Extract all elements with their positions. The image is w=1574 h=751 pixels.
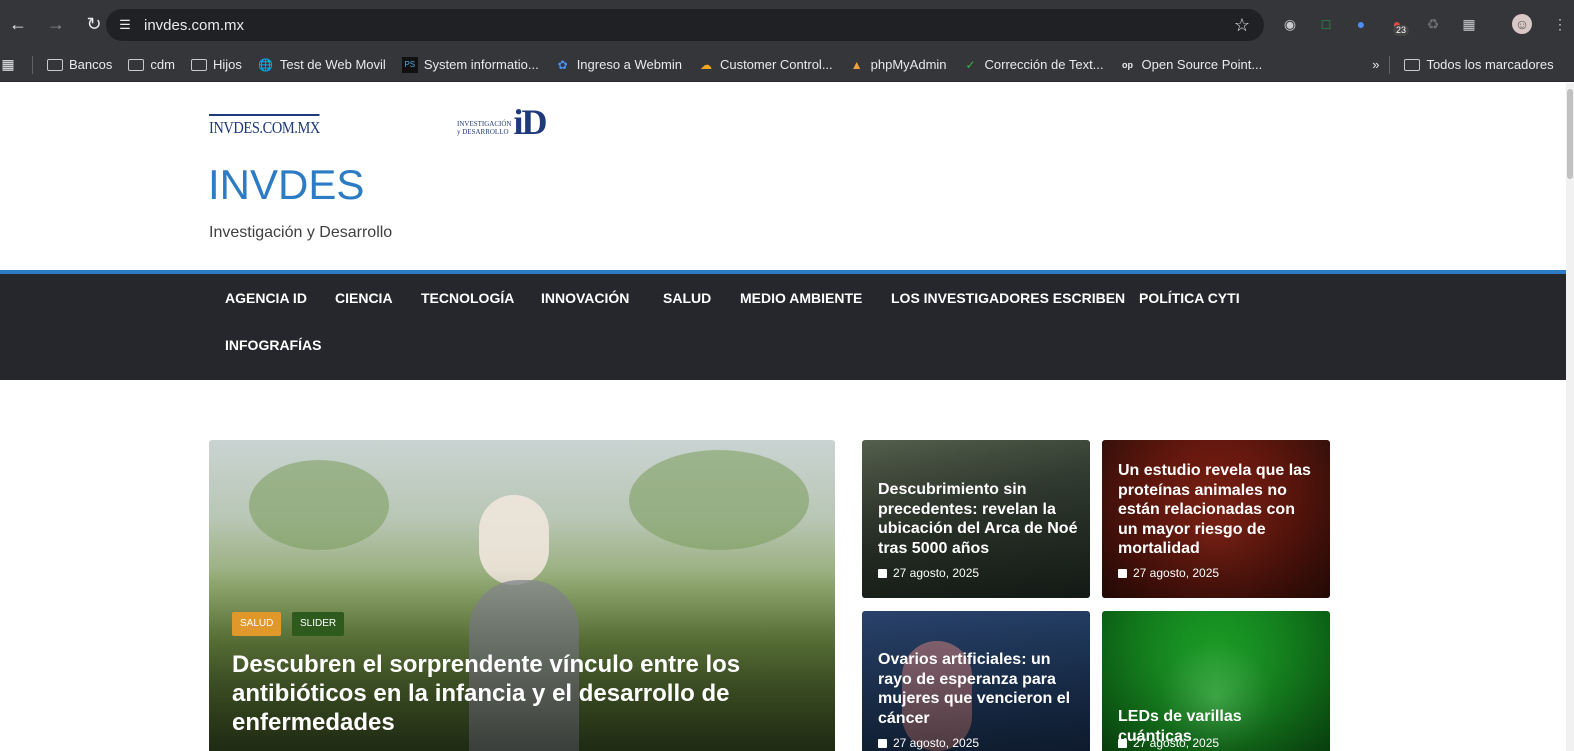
site-info-icon[interactable]: ☰ (116, 16, 134, 34)
bookmarks-overflow-icon[interactable]: » (1372, 57, 1379, 72)
nav-salud[interactable]: SALUD (663, 290, 711, 306)
bookmark-phpmyadmin[interactable]: ▲ phpMyAdmin (849, 57, 947, 73)
forward-icon[interactable]: → (42, 10, 70, 38)
article-card-title[interactable]: Un estudio revela que las proteínas anim… (1118, 461, 1318, 559)
bookmark-hijos[interactable]: Hijos (190, 57, 242, 73)
nav-innovacion[interactable]: INNOVACIÓN (541, 290, 629, 306)
bookmark-test-web-movil[interactable]: 🌐 Test de Web Movil (258, 57, 385, 73)
article-card-date: 27 agosto, 2025 (1118, 736, 1219, 750)
calendar-icon (1118, 738, 1127, 748)
screenshot-icon[interactable]: □ (1316, 14, 1336, 34)
bookmark-bancos[interactable]: Bancos (47, 57, 112, 73)
nav-agencia-id[interactable]: AGENCIA ID (225, 290, 307, 306)
extension-badge: 23 (1393, 25, 1410, 36)
cloud-icon: ☁ (699, 57, 712, 72)
article-card-date: 27 agosto, 2025 (1118, 566, 1219, 580)
psi-icon: PS (401, 56, 418, 73)
folder-icon (1404, 57, 1421, 73)
webmin-icon: ✿ (557, 57, 568, 72)
site-title[interactable]: INVDES (208, 161, 364, 209)
extension-blue-icon[interactable]: ● (1351, 14, 1371, 34)
tag-salud[interactable]: SALUD (232, 612, 282, 636)
site-tagline: Investigación y Desarrollo (209, 224, 393, 241)
camera-icon[interactable]: ◉ (1280, 14, 1300, 34)
bookmark-system-information[interactable]: PS System informatio... (401, 56, 539, 73)
nav-tecnologia[interactable]: TECNOLOGÍA (421, 290, 514, 306)
nav-infografias[interactable]: INFOGRAFÍAS (225, 337, 321, 353)
folder-icon (47, 57, 63, 73)
bookmark-cdm[interactable]: cdm (128, 57, 175, 73)
back-icon[interactable]: ← (4, 10, 32, 38)
reload-icon[interactable]: ↻ (80, 10, 108, 38)
site-logo-id[interactable]: INVESTIGACIÓN y DESARROLLO iD (457, 102, 547, 142)
article-card-title[interactable]: Ovarios artificiales: un rayo de esperan… (878, 650, 1078, 728)
logo-id-mark: iD (513, 102, 547, 142)
bookmark-webmin[interactable]: ✿ Ingreso a Webmin (555, 57, 682, 73)
apps-grid-icon[interactable]: ▦ (0, 56, 22, 73)
globe-icon: 🌐 (258, 57, 274, 72)
bookmarks-divider-right (1389, 55, 1391, 74)
article-card-title[interactable]: Descubrimiento sin precedentes: revelan … (878, 480, 1078, 558)
check-icon: ✓ (965, 57, 976, 72)
address-bar[interactable]: ☰ invdes.com.mx ☆ (106, 9, 1264, 41)
bookmark-star-icon[interactable]: ☆ (1234, 15, 1250, 36)
bookmarks-divider (32, 55, 33, 74)
menu-kebab-icon[interactable]: ⋮ (1550, 14, 1570, 34)
article-card-date: 27 agosto, 2025 (878, 736, 979, 750)
nav-medio-ambiente[interactable]: MEDIO AMBIENTE (740, 290, 862, 306)
site-logo-text[interactable]: INVDES.COM.MX (209, 114, 320, 138)
calendar-icon (878, 568, 887, 578)
url-text[interactable]: invdes.com.mx (144, 17, 244, 34)
calendar-icon (1118, 568, 1127, 578)
article-card-date: 27 agosto, 2025 (878, 566, 979, 580)
browser-toolbar: ← → ↻ ☰ invdes.com.mx ☆ ◉ □ ● ● 23 ♻ ▦ ☺… (0, 0, 1574, 48)
bookmark-open-source-point[interactable]: op Open Source Point... (1120, 57, 1262, 73)
bookmark-correccion-texto[interactable]: ✓ Corrección de Text... (963, 57, 1104, 73)
folder-icon (128, 57, 145, 73)
nav-ciencia[interactable]: CIENCIA (335, 290, 393, 306)
nav-los-investigadores-escriben[interactable]: LOS INVESTIGADORES ESCRIBEN (891, 290, 1125, 306)
featured-article-title[interactable]: Descubren el sorprendente vínculo entre … (232, 650, 772, 737)
bookmarks-bar: ▦ Bancos cdm Hijos 🌐 Test de Web Movil PS… (0, 48, 1574, 82)
tag-slider[interactable]: SLIDER (292, 612, 345, 636)
nav-politica-cyti[interactable]: POLÍTICA CYTI (1139, 290, 1240, 306)
page-scrollbar[interactable] (1566, 83, 1574, 751)
profile-avatar-icon[interactable]: ☺ (1512, 14, 1532, 34)
folder-icon (190, 57, 207, 73)
extensions-puzzle-icon[interactable]: ▦ (1459, 14, 1479, 34)
bookmark-all-bookmarks[interactable]: Todos los marcadores (1404, 57, 1554, 73)
calendar-icon (878, 738, 887, 748)
osp-icon: op (1122, 59, 1134, 70)
main-navigation: AGENCIA ID CIENCIA TECNOLOGÍA INNOVACIÓN… (0, 270, 1566, 380)
phpmyadmin-icon: ▲ (850, 57, 863, 72)
web-page: INVDES.COM.MX INVESTIGACIÓN y DESARROLLO … (0, 83, 1566, 751)
bookmark-customer-control[interactable]: ☁ Customer Control... (698, 57, 833, 73)
recycle-icon[interactable]: ♻ (1423, 14, 1443, 34)
